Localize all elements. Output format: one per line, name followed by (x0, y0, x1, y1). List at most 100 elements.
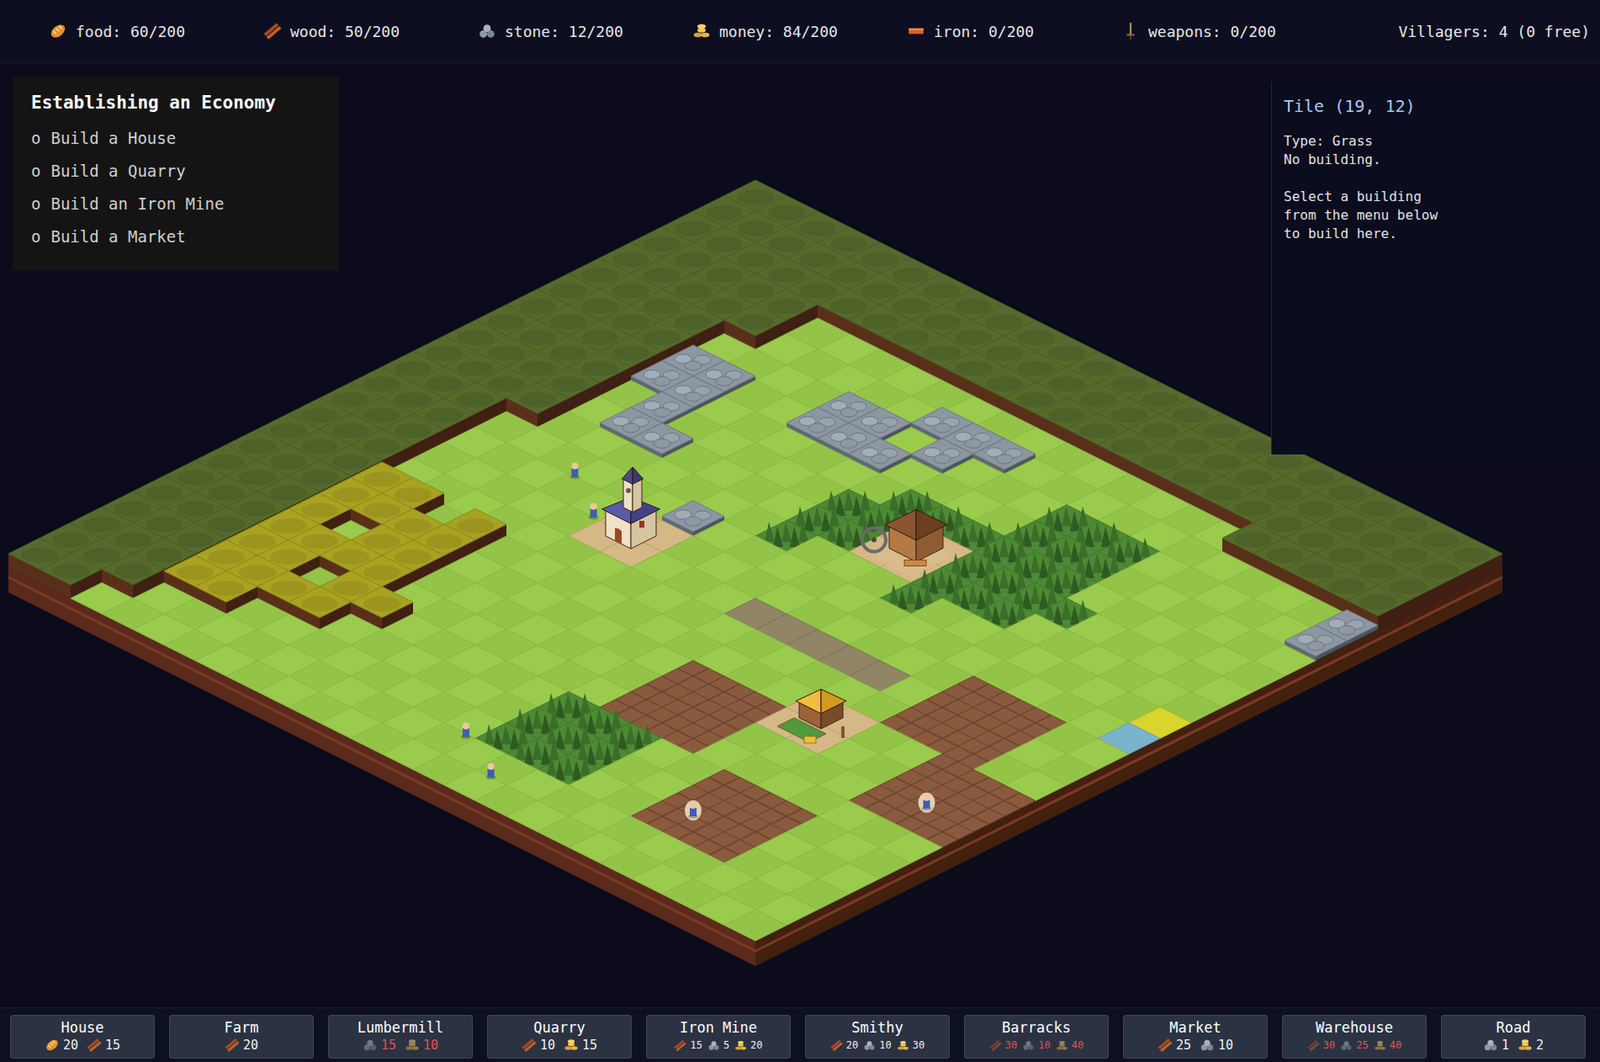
build-button[interactable]: Market25 10 (1123, 1014, 1268, 1059)
map-tile[interactable] (662, 344, 725, 381)
build-button[interactable]: House2015 (10, 1014, 155, 1059)
cost-item: 15 (673, 1036, 702, 1054)
build-label: Road (1496, 1017, 1532, 1037)
cost-amount: 10 (1218, 1036, 1234, 1054)
stone-icon (1340, 1038, 1353, 1052)
resource-counter: stone: 12/200 (477, 20, 693, 43)
task-bullet: o (31, 121, 41, 155)
map-tile[interactable] (817, 392, 880, 428)
villager-count: Villagers: 4 (0 free) (1398, 20, 1590, 43)
resource-text: iron: 0/200 (933, 20, 1034, 43)
cost-item: 40 (1055, 1036, 1084, 1054)
cost-item: 10 (1199, 1036, 1234, 1054)
cost-row: 25 10 (1157, 1036, 1234, 1054)
money-icon (1055, 1038, 1069, 1052)
cost-item: 20 (830, 1036, 859, 1054)
cost-amount: 20 (750, 1036, 763, 1054)
cost-item: 20 (734, 1036, 763, 1054)
map-tile[interactable] (1315, 609, 1378, 646)
cost-item: 25 (1340, 1036, 1368, 1054)
resource-counter: money: 84/200 (692, 20, 907, 43)
resource-counter: wood: 50/200 (263, 20, 478, 43)
wood-icon (989, 1038, 1002, 1052)
lumbermill-building[interactable] (862, 509, 954, 578)
villager[interactable] (588, 503, 599, 520)
cost-item: 10 (404, 1036, 439, 1054)
cost-item: 15 (563, 1036, 598, 1054)
farm-building[interactable] (777, 688, 847, 743)
villager[interactable] (569, 462, 580, 480)
quest-task: o Build a Quarry (31, 154, 323, 188)
cost-amount: 25 (1356, 1036, 1368, 1054)
tile-hint: from the menu below (1283, 206, 1589, 225)
church-building[interactable] (602, 466, 661, 549)
cost-amount: 15 (381, 1036, 397, 1054)
spacer (1283, 169, 1589, 188)
map-tile[interactable] (1346, 584, 1410, 630)
tile-hint: to build here. (1283, 224, 1589, 244)
cost-item: 30 (896, 1036, 925, 1054)
build-label: House (60, 1017, 104, 1037)
cost-item: 25 (1157, 1036, 1192, 1054)
villager[interactable] (486, 762, 497, 780)
resource-text: wood: 50/200 (290, 20, 400, 43)
cost-amount: 10 (423, 1036, 439, 1054)
tile-title: Tile (19, 12) (1283, 93, 1589, 119)
task-bullet: o (31, 220, 41, 254)
food-icon (48, 21, 68, 41)
build-button[interactable]: Quarry1015 (487, 1014, 632, 1059)
iron-icon (906, 21, 926, 41)
cost-amount: 15 (689, 1036, 702, 1054)
cost-amount: 20 (243, 1036, 259, 1054)
cost-amount: 25 (1176, 1036, 1192, 1054)
build-button[interactable]: Lumbermill1510 (328, 1014, 473, 1059)
build-button[interactable]: Iron Mine15520 (646, 1014, 791, 1059)
wood-icon (263, 21, 282, 41)
money-icon (1517, 1037, 1533, 1053)
resource-counter: weapons: 0/200 (1121, 20, 1336, 43)
task-text: Build a Quarry (50, 154, 186, 188)
build-button[interactable]: Farm20 (169, 1014, 314, 1059)
cost-row: 2015 (44, 1036, 121, 1054)
cost-item: 40 (1373, 1036, 1402, 1054)
cost-item: 30 (989, 1036, 1018, 1054)
cost-row: 20 (224, 1036, 259, 1054)
map-tile[interactable] (724, 909, 787, 941)
build-button[interactable]: Barracks301040 (964, 1014, 1109, 1059)
wood-icon (1307, 1038, 1320, 1052)
task-text: Build a House (50, 121, 176, 155)
build-label: Farm (224, 1017, 260, 1037)
villager[interactable] (918, 792, 936, 813)
cost-amount: 10 (879, 1036, 891, 1054)
build-label: Market (1169, 1017, 1221, 1037)
ground-edge (8, 566, 756, 966)
resource-text: money: 84/200 (719, 20, 838, 43)
cost-amount: 40 (1071, 1036, 1084, 1054)
build-menu: House2015Farm20Lumbermill1510Quarry1015I… (0, 1006, 1600, 1062)
build-button[interactable]: Warehouse30 25 40 (1282, 1014, 1427, 1059)
resource-text: weapons: 0/200 (1148, 20, 1277, 43)
cost-row: 12 (1483, 1036, 1544, 1054)
stone-icon (362, 1037, 378, 1053)
food-icon (44, 1037, 60, 1053)
task-text: Build a Market (50, 220, 186, 254)
cost-amount: 20 (63, 1036, 79, 1054)
cost-item: 2 (1517, 1036, 1544, 1054)
task-bullet: o (31, 154, 41, 188)
cost-amount: 30 (1323, 1036, 1336, 1054)
cost-amount: 1 (1501, 1036, 1510, 1054)
villager[interactable] (460, 722, 472, 740)
build-button[interactable]: Road12 (1441, 1014, 1586, 1059)
money-icon (404, 1037, 420, 1053)
cost-item: 10 (521, 1036, 556, 1054)
build-label: Warehouse (1315, 1017, 1394, 1037)
money-icon (1373, 1038, 1387, 1052)
resource-counter: iron: 0/200 (906, 20, 1122, 43)
build-button[interactable]: Smithy201030 (805, 1014, 950, 1059)
task-bullet: o (31, 187, 41, 221)
map-tile[interactable] (942, 423, 1005, 459)
wood-icon (673, 1038, 687, 1052)
villager[interactable] (684, 800, 702, 821)
cost-amount: 30 (1005, 1036, 1018, 1054)
cost-item: 20 (224, 1036, 259, 1054)
